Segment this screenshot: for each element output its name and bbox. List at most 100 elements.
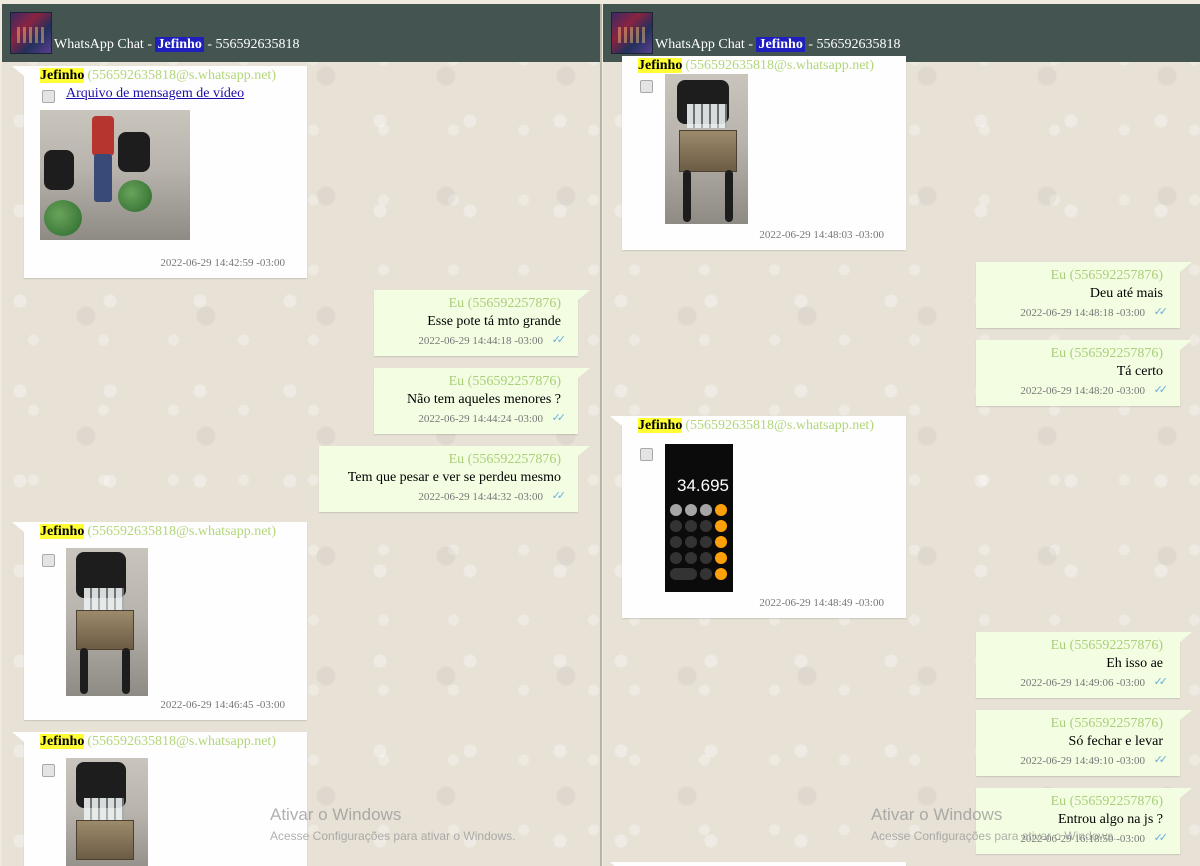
message-timestamp: 2022-06-29 14:44:18 -03:00: [418, 335, 543, 347]
message-sender: Eu (556592257876): [448, 452, 561, 467]
calc-key: [685, 520, 697, 532]
message-timestamp: 2022-06-29 14:48:49 -03:00: [759, 597, 884, 609]
calc-key: [685, 504, 697, 516]
title-contact-name: Jefinho: [756, 37, 805, 52]
sender-name: Jefinho: [40, 524, 85, 539]
double-check-icon: ✓✓: [1153, 832, 1169, 844]
message-bubble-incoming: [610, 862, 906, 866]
double-check-icon: ✓✓: [1153, 676, 1169, 688]
title-prefix: WhatsApp Chat -: [655, 37, 757, 52]
message-text: Esse pote tá mto grande: [427, 314, 561, 329]
video-thumbnail[interactable]: [40, 110, 190, 240]
calc-key: [700, 552, 712, 564]
calculator-display: 34.695: [677, 476, 729, 495]
jars-shape: [84, 588, 124, 610]
sender-name: Jefinho: [40, 734, 85, 749]
message-timestamp: 2022-06-29 14:49:10 -03:00: [1020, 755, 1145, 767]
message-timestamp: 2022-06-29 14:48:20 -03:00: [1020, 385, 1145, 397]
message-bubble-incoming: Jefinho (556592635818@s.whatsapp.net) Arq…: [12, 66, 307, 278]
calc-key: [715, 568, 727, 580]
calc-key: [715, 504, 727, 516]
calc-key: [715, 520, 727, 532]
message-timestamp: 2022-06-29 14:46:45 -03:00: [160, 699, 285, 711]
calc-key: [670, 504, 682, 516]
photo-thumbnail[interactable]: [66, 758, 148, 866]
chair-shape: [44, 150, 74, 190]
calc-key: [670, 552, 682, 564]
message-bubble-incoming: Jefinho (556592635818@s.whatsapp.net) 202…: [622, 56, 906, 250]
message-sender: Eu (556592257876): [1050, 268, 1163, 283]
chat-pane-left[interactable]: WhatsApp Chat - Jefinho - 556592635818 J…: [2, 4, 602, 866]
contact-avatar[interactable]: [611, 12, 653, 54]
sender-name: Jefinho: [40, 68, 85, 83]
sender-id: (556592635818@s.whatsapp.net): [685, 58, 874, 73]
sender-id: (556592635818@s.whatsapp.net): [87, 68, 276, 83]
chair-leg-shape: [80, 648, 88, 694]
message-bubble-incoming: Jefinho (556592635818@s.whatsapp.net): [12, 732, 307, 866]
message-sender: Eu (556592257876): [1050, 794, 1163, 809]
windows-activation-title: Ativar o Windows: [270, 805, 402, 824]
box-shape: [76, 610, 134, 650]
box-shape: [76, 820, 134, 860]
message-bubble-outgoing: Eu (556592257876) Tem que pesar e ver se…: [319, 446, 590, 512]
box-shape: [679, 130, 737, 172]
select-checkbox[interactable]: [42, 90, 55, 103]
message-text: Tá certo: [1116, 364, 1163, 379]
message-text: Só fechar e levar: [1068, 734, 1163, 749]
sender-id: (556592635818@s.whatsapp.net): [87, 734, 276, 749]
person-shape: [92, 116, 114, 156]
chat-title: WhatsApp Chat - Jefinho - 556592635818: [54, 37, 300, 53]
calc-key: [700, 536, 712, 548]
plant-shape: [118, 180, 152, 212]
jeans-shape: [94, 154, 112, 202]
message-text: Não tem aqueles menores ?: [407, 392, 561, 407]
message-bubble-outgoing: Eu (556592257876) Eh isso ae 2022-06-29 …: [976, 632, 1192, 698]
sender-id: (556592635818@s.whatsapp.net): [685, 418, 874, 433]
message-text: Tem que pesar e ver se perdeu mesmo: [347, 470, 561, 485]
message-text: Entrou algo na js ?: [1058, 812, 1163, 827]
calculator-screenshot[interactable]: 34.695: [665, 444, 733, 592]
photo-thumbnail[interactable]: [665, 74, 748, 224]
calc-key: [715, 536, 727, 548]
message-bubble-outgoing: Eu (556592257876) Só fechar e levar 2022…: [976, 710, 1192, 776]
chat-pane-right[interactable]: WhatsApp Chat - Jefinho - 556592635818 J…: [603, 4, 1200, 866]
double-check-icon: ✓✓: [551, 412, 567, 424]
select-checkbox[interactable]: [640, 80, 653, 93]
message-sender: Jefinho (556592635818@s.whatsapp.net): [40, 734, 276, 750]
video-file-link[interactable]: Arquivo de mensagem de vídeo: [66, 86, 244, 102]
message-timestamp: 2022-06-29 14:49:06 -03:00: [1020, 677, 1145, 689]
calc-key: [715, 552, 727, 564]
calc-key: [670, 536, 682, 548]
message-timestamp: 2022-06-29 14:44:24 -03:00: [418, 413, 543, 425]
calc-key: [670, 520, 682, 532]
message-sender: Eu (556592257876): [1050, 638, 1163, 653]
chat-title: WhatsApp Chat - Jefinho - 556592635818: [655, 37, 901, 53]
message-timestamp: 2022-06-29 14:42:59 -03:00: [160, 257, 285, 269]
title-contact-name: Jefinho: [155, 37, 204, 52]
calc-key: [685, 552, 697, 564]
photo-thumbnail[interactable]: [66, 548, 148, 696]
chair-leg-shape: [683, 170, 691, 222]
message-timestamp: 2022-06-29 14:48:03 -03:00: [759, 229, 884, 241]
double-check-icon: ✓✓: [1153, 306, 1169, 318]
title-number: - 556592635818: [203, 37, 300, 52]
double-check-icon: ✓✓: [551, 334, 567, 346]
jars-shape: [84, 798, 124, 820]
select-checkbox[interactable]: [640, 448, 653, 461]
contact-avatar[interactable]: [10, 12, 52, 54]
sender-id: (556592635818@s.whatsapp.net): [87, 524, 276, 539]
message-bubble-outgoing: Eu (556592257876) Tá certo 2022-06-29 14…: [976, 340, 1192, 406]
message-bubble-outgoing: Eu (556592257876) Deu até mais 2022-06-2…: [976, 262, 1192, 328]
select-checkbox[interactable]: [42, 764, 55, 777]
select-checkbox[interactable]: [42, 554, 55, 567]
windows-activation-subtitle: Acesse Configurações para ativar o Windo…: [270, 829, 516, 843]
chair-leg-shape: [725, 170, 733, 222]
calc-key: [685, 536, 697, 548]
message-text: Deu até mais: [1089, 286, 1163, 301]
sender-name: Jefinho: [638, 418, 683, 433]
message-bubble-outgoing: Eu (556592257876) Esse pote tá mto grand…: [374, 290, 590, 356]
double-check-icon: ✓✓: [551, 490, 567, 502]
jars-shape: [687, 104, 727, 128]
chair-leg-shape: [122, 648, 130, 694]
message-sender: Jefinho (556592635818@s.whatsapp.net): [40, 68, 276, 84]
